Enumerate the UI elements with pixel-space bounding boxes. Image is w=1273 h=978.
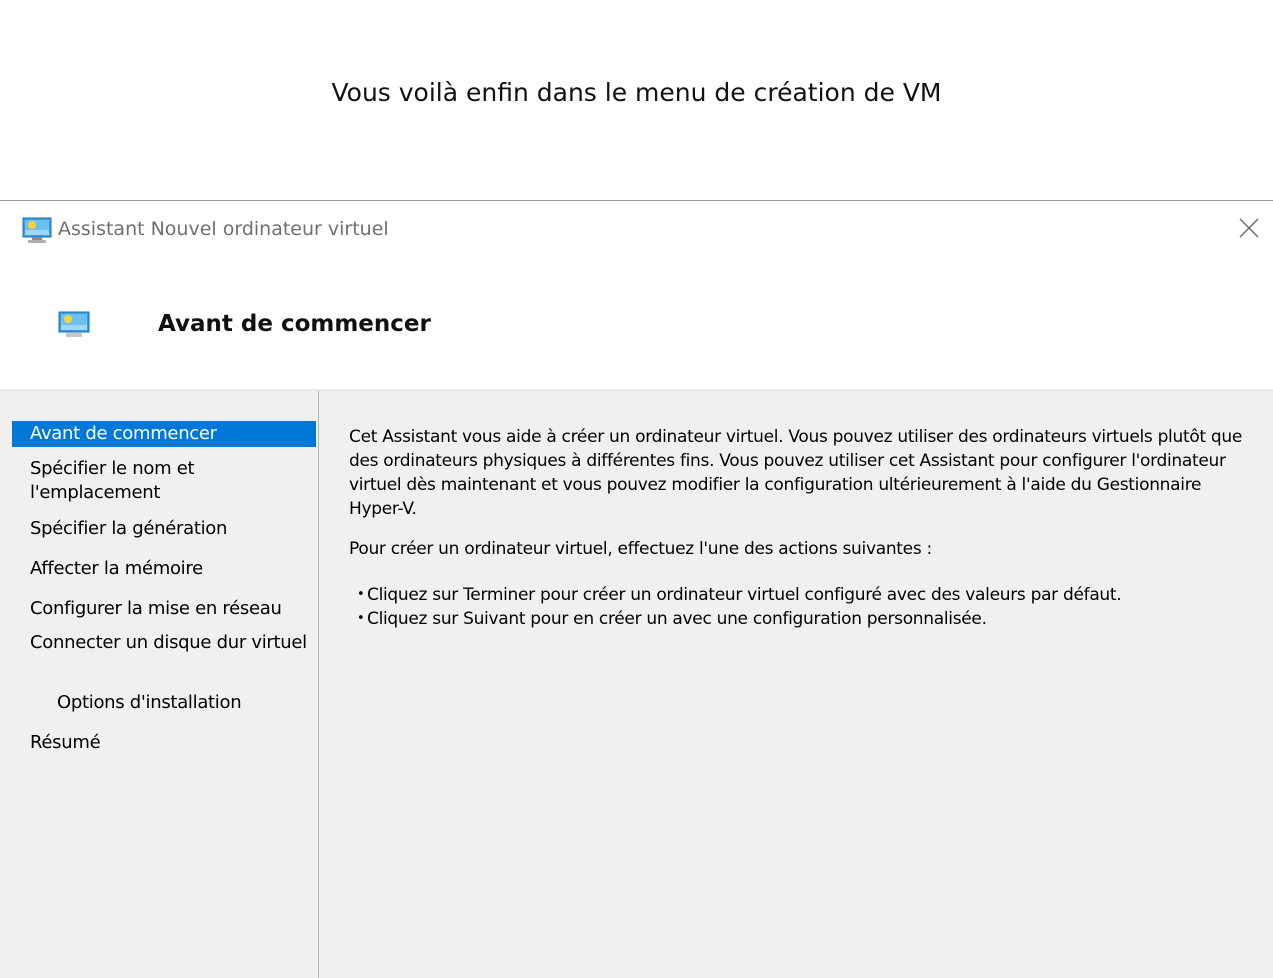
nav-item-label: Affecter la mémoire bbox=[30, 558, 203, 579]
close-button[interactable] bbox=[1233, 212, 1265, 244]
nav-item-label: Options d'installation bbox=[57, 692, 242, 713]
nav-item-label: Configurer la mise en réseau bbox=[30, 598, 282, 619]
action-list: Cliquez sur Terminer pour créer un ordin… bbox=[349, 583, 1254, 631]
actions-intro-text: Pour créer un ordinateur virtuel, effect… bbox=[349, 539, 932, 559]
list-item: Cliquez sur Suivant pour en créer un ave… bbox=[349, 607, 1254, 631]
page-title: Avant de commencer bbox=[158, 311, 431, 337]
list-item: Cliquez sur Terminer pour créer un ordin… bbox=[349, 583, 1254, 607]
wizard-content: Cet Assistant vous aide à créer un ordin… bbox=[349, 425, 1254, 631]
nav-item-avant-de-commencer[interactable]: Avant de commencer bbox=[12, 421, 316, 447]
close-icon bbox=[1233, 212, 1265, 244]
nav-item-reseau[interactable]: Configurer la mise en réseau bbox=[12, 597, 316, 621]
nav-item-generation[interactable]: Spécifier la génération bbox=[12, 517, 316, 541]
wizard-header: Avant de commencer bbox=[0, 259, 1273, 389]
nav-item-label: Spécifier la génération bbox=[30, 518, 228, 539]
nav-item-disque-dur[interactable]: Connecter un disque dur virtuel bbox=[12, 631, 316, 655]
wizard-body: Avant de commencer Spécifier le nom et l… bbox=[0, 391, 1273, 978]
nav-item-memoire[interactable]: Affecter la mémoire bbox=[12, 557, 316, 581]
wizard-window: Assistant Nouvel ordinateur virtuel Avan… bbox=[0, 200, 1273, 978]
vm-monitor-icon bbox=[58, 311, 90, 339]
nav-item-label: Connecter un disque dur virtuel bbox=[30, 632, 307, 653]
wizard-steps-nav: Avant de commencer Spécifier le nom et l… bbox=[0, 391, 319, 978]
nav-item-label: Spécifier le nom et l'emplacement bbox=[30, 458, 195, 503]
nav-item-label: Résumé bbox=[30, 732, 101, 753]
nav-item-label: Avant de commencer bbox=[30, 423, 217, 444]
page-caption: Vous voilà enfin dans le menu de créatio… bbox=[331, 78, 942, 107]
nav-item-options-installation[interactable]: Options d'installation bbox=[12, 691, 316, 715]
vm-monitor-icon bbox=[22, 217, 52, 244]
window-title: Assistant Nouvel ordinateur virtuel bbox=[58, 218, 389, 240]
intro-text: Cet Assistant vous aide à créer un ordin… bbox=[349, 427, 1243, 519]
title-bar: Assistant Nouvel ordinateur virtuel bbox=[0, 201, 1273, 259]
nav-item-resume[interactable]: Résumé bbox=[12, 731, 316, 755]
nav-item-nom-emplacement[interactable]: Spécifier le nom et l'emplacement bbox=[12, 457, 316, 505]
